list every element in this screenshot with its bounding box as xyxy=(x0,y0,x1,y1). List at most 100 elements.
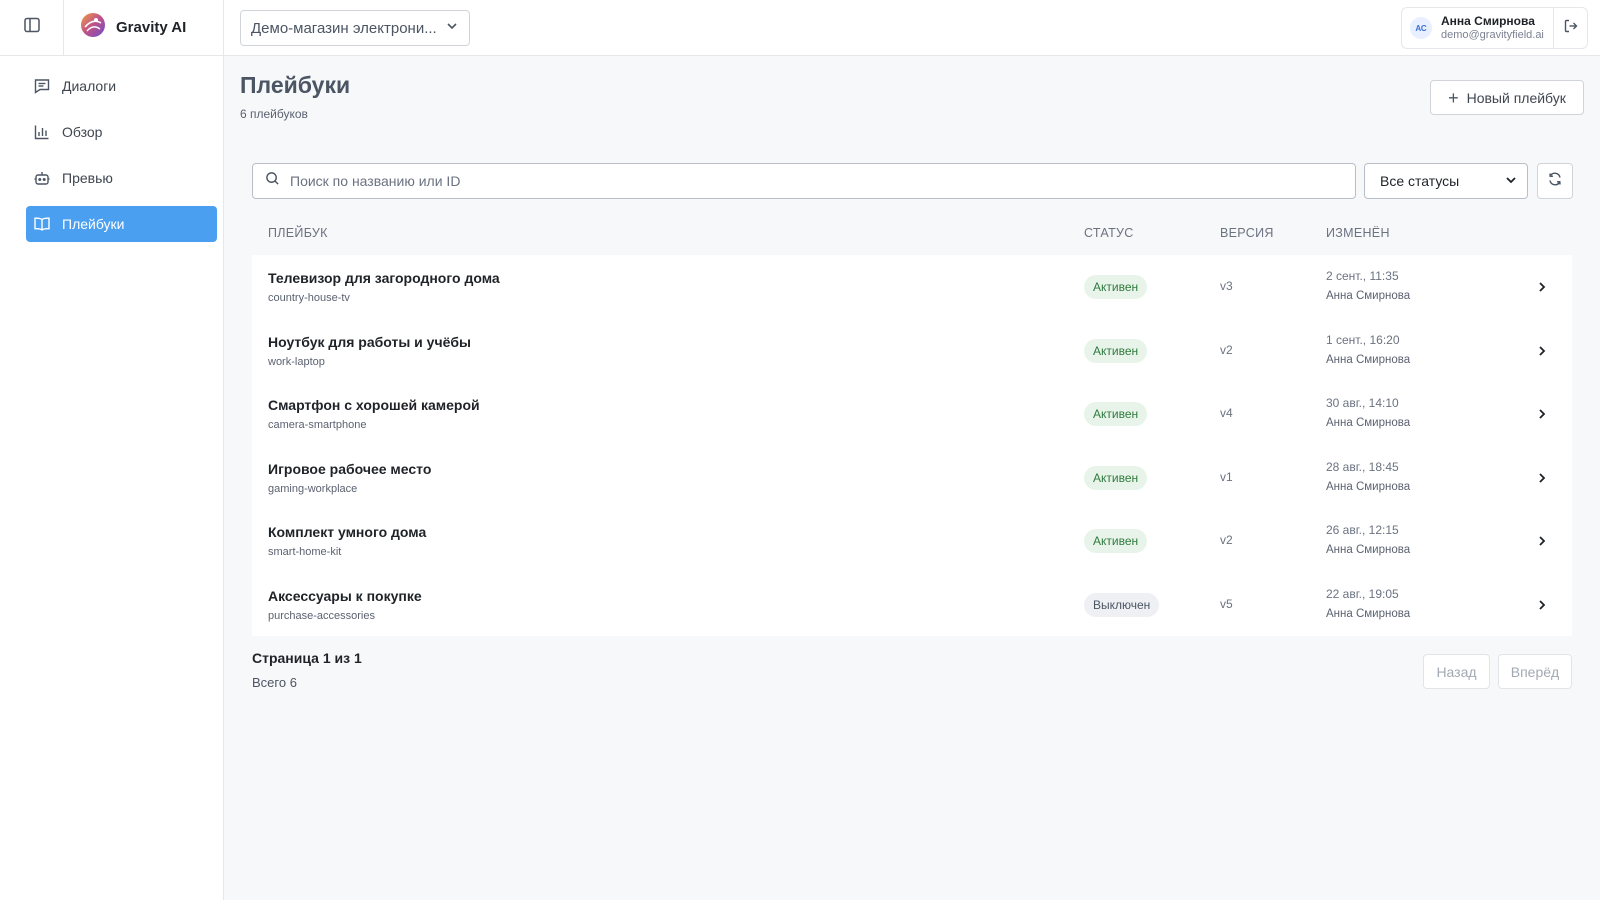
plus-icon: + xyxy=(1448,87,1459,108)
sidebar-item-label: Превью xyxy=(62,170,113,186)
modified-author: Анна Смирнова xyxy=(1326,353,1411,366)
sidebar-item-overview[interactable]: Обзор xyxy=(26,114,217,150)
playbook-id: country-house-tv xyxy=(268,292,350,304)
playbook-id: camera-smartphone xyxy=(268,419,367,431)
bot-icon xyxy=(32,168,52,188)
status-filter-select[interactable]: Все статусы xyxy=(1364,163,1528,199)
sidebar: Диалоги Обзор Превью Плейбуки xyxy=(0,56,224,900)
book-icon xyxy=(32,214,52,234)
status-badge: Активен xyxy=(1084,338,1148,363)
brand[interactable]: Gravity AI xyxy=(64,0,224,55)
refresh-button[interactable] xyxy=(1537,163,1573,199)
user-email: demo@gravityfield.ai xyxy=(1441,28,1544,41)
modified-date: 26 авг., 12:15 xyxy=(1326,523,1399,537)
avatar: АС xyxy=(1410,17,1432,39)
page-subtitle: 6 плейбуков xyxy=(240,107,308,121)
table-row[interactable]: Игровое рабочее место gaming-workplace А… xyxy=(252,446,1572,510)
store-select-value: Демо-магазин электрони... xyxy=(251,19,437,37)
modified-date: 1 сент., 16:20 xyxy=(1326,332,1400,347)
bar-chart-icon xyxy=(32,122,52,142)
version: v2 xyxy=(1220,533,1233,547)
chevron-right-icon[interactable] xyxy=(1532,404,1552,424)
sidebar-item-playbooks[interactable]: Плейбуки xyxy=(26,206,217,242)
logout-button[interactable] xyxy=(1553,8,1587,48)
modified-author: Анна Смирнова xyxy=(1326,544,1411,556)
sidebar-item-dialogs[interactable]: Диалоги xyxy=(26,68,217,104)
sidebar-item-label: Плейбуки xyxy=(62,216,125,232)
user-info: Анна Смирнова demo@gravityfield.ai xyxy=(1441,13,1544,41)
column-header-version[interactable]: ВЕРСИЯ xyxy=(1220,226,1274,240)
pagination-total: Всего 6 xyxy=(252,675,297,690)
playbook-name: Смартфон с хорошей камерой xyxy=(268,397,480,413)
next-page-button[interactable]: Вперёд xyxy=(1498,654,1572,689)
modified-author: Анна Смирнова xyxy=(1326,607,1411,620)
table-row[interactable]: Аксессуары к покупке purchase-accessorie… xyxy=(252,573,1572,637)
user-menu[interactable]: АС Анна Смирнова demo@gravityfield.ai xyxy=(1401,7,1588,49)
new-playbook-button[interactable]: + Новый плейбук xyxy=(1430,80,1584,115)
version: v3 xyxy=(1220,279,1233,293)
table-row[interactable]: Комплект умного дома smart-home-kit Акти… xyxy=(252,509,1572,573)
sidebar-item-label: Обзор xyxy=(62,124,103,140)
new-playbook-label: Новый плейбук xyxy=(1466,89,1566,106)
version: v2 xyxy=(1220,342,1233,357)
version: v4 xyxy=(1220,406,1233,420)
table-row[interactable]: Смартфон с хорошей камерой camera-smartp… xyxy=(252,382,1572,446)
chevron-right-icon[interactable] xyxy=(1532,531,1552,551)
chevron-right-icon[interactable] xyxy=(1532,277,1552,297)
chevron-right-icon[interactable] xyxy=(1532,595,1552,615)
playbook-name: Телевизор для загородного дома xyxy=(268,270,500,286)
modified-date: 22 авг., 19:05 xyxy=(1326,586,1399,601)
chevron-right-icon[interactable] xyxy=(1532,341,1552,361)
status-badge: Активен xyxy=(1084,402,1148,426)
status-filter-value: Все статусы xyxy=(1380,173,1460,189)
chevron-down-icon xyxy=(445,19,459,37)
logout-icon xyxy=(1563,18,1579,39)
chevron-down-icon xyxy=(1505,173,1517,189)
sidebar-item-label: Диалоги xyxy=(62,78,117,94)
status-badge: Активен xyxy=(1084,529,1148,553)
search-box xyxy=(252,163,1356,199)
sidebar-toggle-button[interactable] xyxy=(0,0,64,55)
playbook-id: smart-home-kit xyxy=(268,546,342,558)
version: v1 xyxy=(1220,469,1233,484)
modified-date: 2 сент., 11:35 xyxy=(1326,269,1399,283)
modified-author: Анна Смирнова xyxy=(1326,417,1411,429)
column-header-playbook[interactable]: ПЛЕЙБУК xyxy=(268,226,328,240)
search-icon xyxy=(265,171,280,191)
search-input[interactable] xyxy=(290,173,1355,189)
modified-author: Анна Смирнова xyxy=(1326,290,1411,302)
column-header-modified[interactable]: ИЗМЕНЁН xyxy=(1326,226,1390,240)
version: v5 xyxy=(1220,596,1233,611)
modified-date: 30 авг., 14:10 xyxy=(1326,396,1399,410)
playbook-name: Аксессуары к покупке xyxy=(268,587,422,604)
status-badge: Активен xyxy=(1084,275,1148,299)
refresh-icon xyxy=(1547,171,1563,192)
chat-icon xyxy=(32,76,52,96)
playbook-name: Ноутбук для работы и учёбы xyxy=(268,333,471,350)
playbook-name: Игровое рабочее место xyxy=(268,460,432,477)
prev-page-button[interactable]: Назад xyxy=(1423,654,1490,689)
pagination-title: Страница 1 из 1 xyxy=(252,650,362,666)
page-title: Плейбуки xyxy=(240,72,351,98)
store-select[interactable]: Демо-магазин электрони... xyxy=(240,10,470,46)
sidebar-toggle-icon xyxy=(23,16,41,39)
modified-author: Анна Смирнова xyxy=(1326,480,1411,493)
playbook-id: gaming-workplace xyxy=(268,482,358,495)
chevron-right-icon[interactable] xyxy=(1532,468,1552,488)
gravity-logo-icon xyxy=(80,12,106,43)
modified-date: 28 авг., 18:45 xyxy=(1326,459,1399,474)
top-bar: Gravity AI Демо-магазин электрони... АС … xyxy=(0,0,1600,56)
table-row[interactable]: Телевизор для загородного дома country-h… xyxy=(252,255,1572,319)
sidebar-item-preview[interactable]: Превью xyxy=(26,160,217,196)
table-header: ПЛЕЙБУК СТАТУС ВЕРСИЯ ИЗМЕНЁН xyxy=(252,224,1572,244)
playbook-id: purchase-accessories xyxy=(268,609,375,622)
brand-name: Gravity AI xyxy=(116,19,187,36)
status-badge: Активен xyxy=(1084,465,1148,490)
column-header-status[interactable]: СТАТУС xyxy=(1084,226,1134,240)
status-badge: Выключен xyxy=(1084,592,1160,617)
user-name: Анна Смирнова xyxy=(1441,13,1535,28)
playbook-name: Комплект умного дома xyxy=(268,524,427,540)
table-row[interactable]: Ноутбук для работы и учёбы work-laptop А… xyxy=(252,319,1572,383)
playbook-id: work-laptop xyxy=(268,355,325,368)
playbooks-table: Телевизор для загородного дома country-h… xyxy=(252,255,1572,636)
